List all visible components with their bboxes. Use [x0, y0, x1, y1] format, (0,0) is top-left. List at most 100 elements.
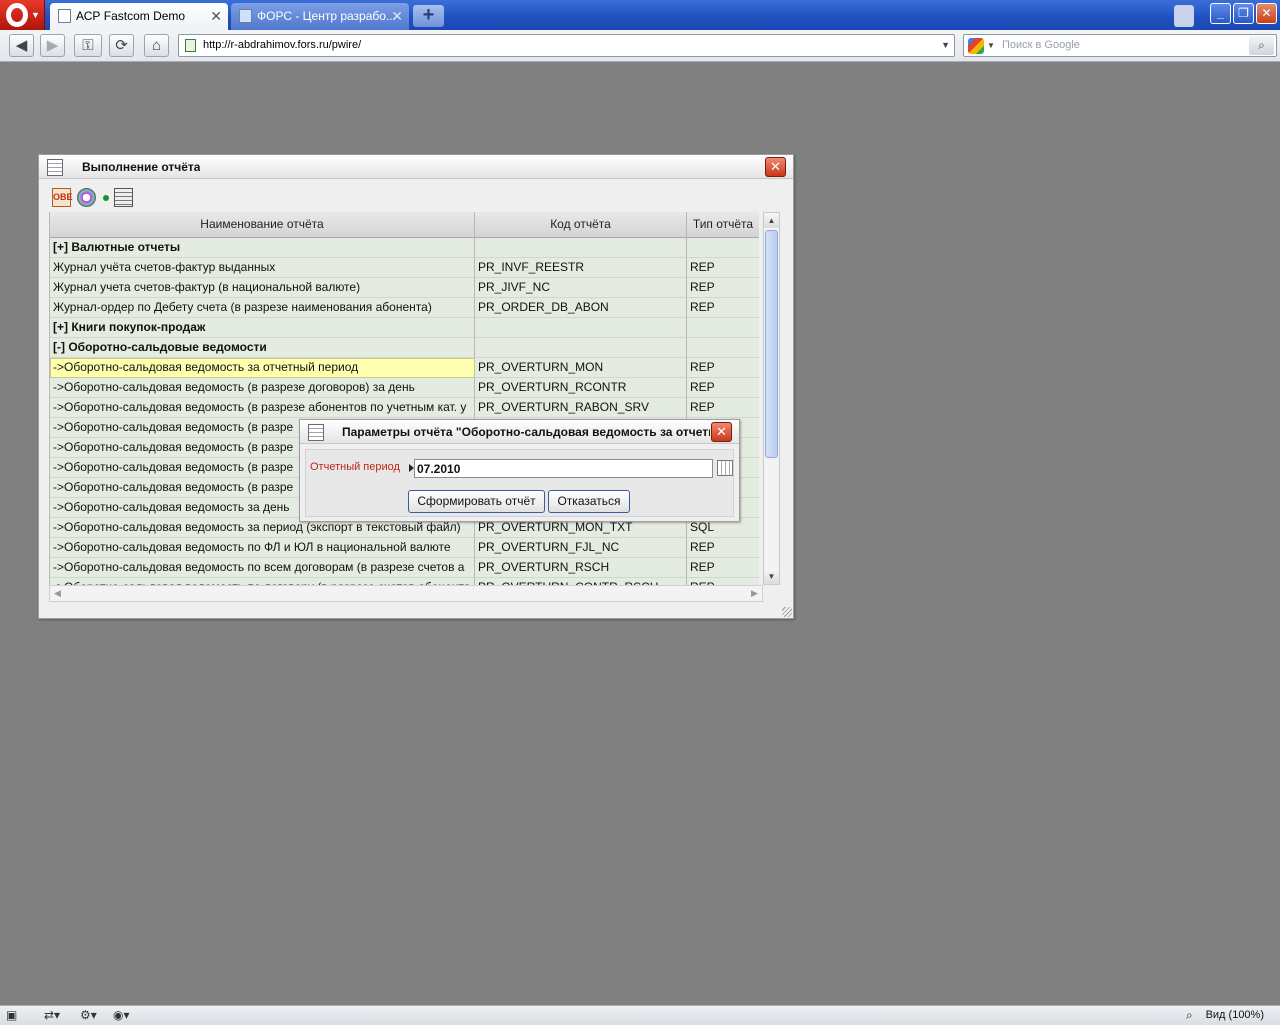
table-row[interactable]: ->Оборотно-сальдовая ведомость по ФЛ и Ю…	[50, 538, 759, 558]
report-type-cell[interactable]	[687, 318, 759, 338]
report-type-cell[interactable]: REP	[687, 578, 759, 585]
report-type-cell[interactable]: REP	[687, 398, 759, 418]
report-type-cell[interactable]	[687, 338, 759, 358]
column-header-type[interactable]: Тип отчёта	[687, 212, 759, 238]
report-window-titlebar[interactable]: Выполнение отчёта ✕	[39, 155, 793, 179]
link-icon	[239, 9, 252, 23]
params-dialog-titlebar[interactable]: Параметры отчёта "Оборотно-сальдовая вед…	[300, 420, 739, 444]
column-header-code[interactable]: Код отчёта	[475, 212, 687, 238]
table-row[interactable]: Журнал учёта счетов-фактур выданных PR_IN…	[50, 258, 759, 278]
zoom-icon[interactable]: ⌕	[1186, 1008, 1193, 1023]
report-name-cell[interactable]: [-] Оборотно-сальдовые ведомости	[50, 338, 475, 358]
params-dialog-close-button[interactable]: ✕	[711, 422, 732, 442]
minimize-button[interactable]: _	[1210, 3, 1231, 24]
report-name-cell[interactable]: Журнал учета счетов-фактур (в национальн…	[50, 278, 475, 298]
horizontal-scrollbar[interactable]: ◀ ▶	[49, 585, 763, 602]
report-type-cell[interactable]: REP	[687, 298, 759, 318]
widget-icon[interactable]: ◉▾	[113, 1008, 130, 1023]
forward-button[interactable]: ▶	[40, 34, 65, 57]
report-name-cell[interactable]: ->Оборотно-сальдовая ведомость за отчетн…	[50, 358, 475, 378]
window-close-button[interactable]: ✕	[1256, 3, 1277, 24]
report-code-cell[interactable]: PR_OVERTURN_RABON_SRV	[475, 398, 687, 418]
new-tab-button[interactable]: +	[413, 5, 444, 27]
report-code-cell[interactable]	[475, 318, 687, 338]
browser-tab-active[interactable]: АСР Fastcom Demo ✕	[50, 3, 228, 30]
resize-grip-icon[interactable]	[782, 607, 792, 617]
search-icon[interactable]: ⌕	[1249, 36, 1274, 55]
google-icon[interactable]	[968, 38, 984, 54]
report-code-cell[interactable]: PR_OVERTURN_MON	[475, 358, 687, 378]
zoom-level[interactable]: Вид (100%)	[1206, 1006, 1264, 1025]
table-row[interactable]: ->Оборотно-сальдовая ведомость по догово…	[50, 578, 759, 585]
obe-icon[interactable]: OBE	[52, 188, 73, 207]
vertical-scrollbar[interactable]: ▲ ▼	[763, 212, 780, 585]
chevron-down-icon[interactable]: ▼	[941, 35, 950, 56]
table-group-row[interactable]: [-] Оборотно-сальдовые ведомости	[50, 338, 759, 358]
report-type-cell[interactable]: REP	[687, 538, 759, 558]
report-name-cell[interactable]: ->Оборотно-сальдовая ведомость по догово…	[50, 578, 475, 585]
restore-button[interactable]: ❐	[1233, 3, 1254, 24]
report-type-cell[interactable]: REP	[687, 278, 759, 298]
home-button[interactable]: ⌂	[144, 34, 169, 57]
table-row[interactable]: ->Оборотно-сальдовая ведомость за отчетн…	[50, 358, 759, 378]
column-header-name[interactable]: Наименование отчёта	[50, 212, 475, 238]
report-name-cell[interactable]: ->Оборотно-сальдовая ведомость по ФЛ и Ю…	[50, 538, 475, 558]
table-row[interactable]: ->Оборотно-сальдовая ведомость (в разрез…	[50, 398, 759, 418]
report-code-cell[interactable]: PR_OVERTURN_RCONTR	[475, 378, 687, 398]
generate-report-button[interactable]: Сформировать отчёт	[408, 490, 545, 513]
report-type-cell[interactable]: REP	[687, 378, 759, 398]
calendar-icon[interactable]	[717, 460, 733, 476]
search-box[interactable]: ▼ Поиск в Google ⌕	[963, 34, 1277, 57]
table-row[interactable]: Журнал-ордер по Дебету счета (в разрезе …	[50, 298, 759, 318]
report-code-cell[interactable]	[475, 238, 687, 258]
turbo-icon[interactable]: ⇄▾	[44, 1008, 60, 1023]
scroll-down-icon[interactable]: ▼	[764, 569, 779, 584]
table-row[interactable]: ->Оборотно-сальдовая ведомость (в разрез…	[50, 378, 759, 398]
table-group-row[interactable]: [+] Книги покупок-продаж	[50, 318, 759, 338]
wand-button[interactable]: ⚿	[74, 34, 102, 57]
report-name-cell[interactable]: Журнал-ордер по Дебету счета (в разрезе …	[50, 298, 475, 318]
report-code-cell[interactable]: PR_JIVF_NC	[475, 278, 687, 298]
tab-close-icon[interactable]: ✕	[391, 3, 403, 29]
scroll-right-icon[interactable]: ▶	[747, 586, 762, 601]
reload-button[interactable]: ⟳	[109, 34, 134, 57]
scroll-up-icon[interactable]: ▲	[764, 213, 779, 228]
panel-toggle-icon[interactable]: ▣	[6, 1008, 17, 1023]
table-group-row[interactable]: [+] Валютные отчеты	[50, 238, 759, 258]
chevron-down-icon[interactable]: ▼	[987, 35, 995, 56]
scroll-thumb[interactable]	[765, 230, 778, 458]
scroll-left-icon[interactable]: ◀	[50, 586, 65, 601]
report-type-cell[interactable]: REP	[687, 258, 759, 278]
address-bar[interactable]: http://r-abdrahimov.fors.ru/pwire/ ▼	[178, 34, 955, 57]
report-name-cell[interactable]: [+] Книги покупок-продаж	[50, 318, 475, 338]
report-window-close-button[interactable]: ✕	[765, 157, 786, 177]
report-type-cell[interactable]: REP	[687, 358, 759, 378]
report-code-cell[interactable]: PR_ORDER_DB_ABON	[475, 298, 687, 318]
table-row[interactable]: Журнал учета счетов-фактур (в национальн…	[50, 278, 759, 298]
report-type-cell[interactable]	[687, 238, 759, 258]
opera-menu-button[interactable]: ▼	[0, 0, 45, 30]
report-name-cell[interactable]: ->Оборотно-сальдовая ведомость (в разрез…	[50, 398, 475, 418]
report-code-cell[interactable]: PR_OVERTURN_RSCH	[475, 558, 687, 578]
cancel-button[interactable]: Отказаться	[548, 490, 630, 513]
period-input[interactable]	[414, 459, 713, 478]
report-code-cell[interactable]	[475, 338, 687, 358]
search-placeholder[interactable]: Поиск в Google	[1002, 35, 1080, 56]
browser-tab-inactive[interactable]: ФОРС - Центр разрабо... ✕	[231, 3, 409, 30]
report-name-cell[interactable]: ->Оборотно-сальдовая ведомость (в разрез…	[50, 378, 475, 398]
report-name-cell[interactable]: [+] Валютные отчеты	[50, 238, 475, 258]
report-code-cell[interactable]: PR_OVERTURN_CONTR_RSCH	[475, 578, 687, 585]
back-button[interactable]: ◀	[9, 34, 34, 57]
address-url[interactable]: http://r-abdrahimov.fors.ru/pwire/	[203, 35, 361, 56]
report-code-cell[interactable]: PR_OVERTURN_FJL_NC	[475, 538, 687, 558]
report-name-cell[interactable]: Журнал учёта счетов-фактур выданных	[50, 258, 475, 278]
report-name-cell[interactable]: ->Оборотно-сальдовая ведомость по всем д…	[50, 558, 475, 578]
trash-icon[interactable]	[1174, 5, 1194, 27]
table-row[interactable]: ->Оборотно-сальдовая ведомость по всем д…	[50, 558, 759, 578]
print-icon[interactable]	[114, 188, 133, 207]
report-type-cell[interactable]: REP	[687, 558, 759, 578]
refresh-icon[interactable]	[77, 188, 96, 207]
tab-close-icon[interactable]: ✕	[210, 3, 222, 29]
report-code-cell[interactable]: PR_INVF_REESTR	[475, 258, 687, 278]
unite-icon[interactable]: ⚙▾	[80, 1008, 97, 1023]
